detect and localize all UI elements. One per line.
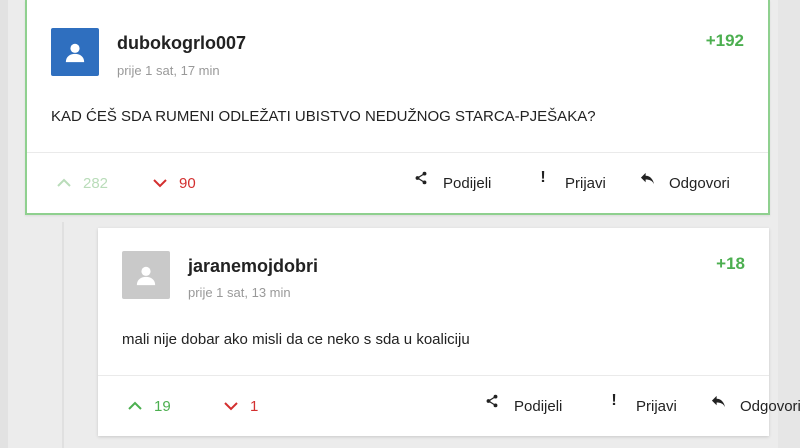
reply-icon — [639, 170, 655, 186]
downvote-chevron-icon — [153, 179, 167, 188]
upvote-chevron-icon — [128, 401, 142, 410]
share-icon — [413, 170, 429, 186]
report-icon: ! — [611, 392, 617, 409]
upvote-count: 282 — [83, 174, 109, 192]
downvote-count: 90 — [179, 174, 196, 192]
share-icon — [484, 393, 500, 409]
thread-line — [62, 222, 64, 448]
downvote-chevron-icon — [224, 402, 238, 411]
avatar[interactable] — [51, 28, 99, 76]
comment-text: KAD ĆEŠ SDA RUMENI ODLEŽATI UBISTVO NEDU… — [51, 108, 596, 125]
reply-label: Odgovori — [669, 174, 730, 192]
share-button[interactable]: Podijeli — [413, 153, 491, 213]
share-button[interactable]: Podijeli — [484, 376, 562, 436]
user-icon — [65, 43, 85, 63]
comment-username[interactable]: jaranemojdobri — [188, 256, 318, 277]
comment-username[interactable]: dubokogrlo007 — [117, 33, 246, 54]
avatar[interactable] — [122, 251, 170, 299]
downvote-button[interactable]: 90 — [153, 153, 196, 213]
reply-button[interactable]: Odgovori — [710, 376, 800, 436]
comment-actions: 282 90 Podijeli ! Prijavi Odgovori — [27, 153, 768, 213]
comment-actions: 19 1 Podijeli ! Prijavi Odgovori — [98, 376, 800, 436]
report-button[interactable]: ! Prijavi — [535, 153, 606, 213]
reply-icon — [710, 393, 726, 409]
report-icon: ! — [540, 169, 546, 186]
reply-label: Odgovori — [740, 397, 800, 415]
downvote-button[interactable]: 1 — [224, 376, 258, 436]
report-label: Prijavi — [636, 397, 677, 415]
upvote-chevron-icon — [57, 178, 71, 187]
upvote-button[interactable]: 19 — [128, 376, 171, 436]
comment-card-reply: jaranemojdobri prije 1 sat, 13 min +18 m… — [98, 228, 800, 436]
comment-timestamp: prije 1 sat, 13 min — [188, 285, 291, 300]
user-icon — [136, 266, 156, 286]
comment-score: +18 — [716, 254, 745, 273]
downvote-count: 1 — [250, 397, 259, 415]
reply-button[interactable]: Odgovori — [639, 153, 730, 213]
comment-score: +192 — [705, 31, 744, 50]
comment-timestamp: prije 1 sat, 17 min — [117, 63, 220, 78]
left-rail — [0, 0, 8, 448]
upvote-button[interactable]: 282 — [57, 153, 108, 213]
comment-text: mali nije dobar ako misli da ce neko s s… — [122, 331, 470, 348]
report-button[interactable]: ! Prijavi — [606, 376, 677, 436]
upvote-count: 19 — [154, 397, 171, 415]
share-label: Podijeli — [514, 397, 563, 415]
share-label: Podijeli — [443, 174, 492, 192]
report-label: Prijavi — [565, 174, 606, 192]
comment-card-highlighted: dubokogrlo007 prije 1 sat, 17 min +192 K… — [25, 0, 770, 215]
